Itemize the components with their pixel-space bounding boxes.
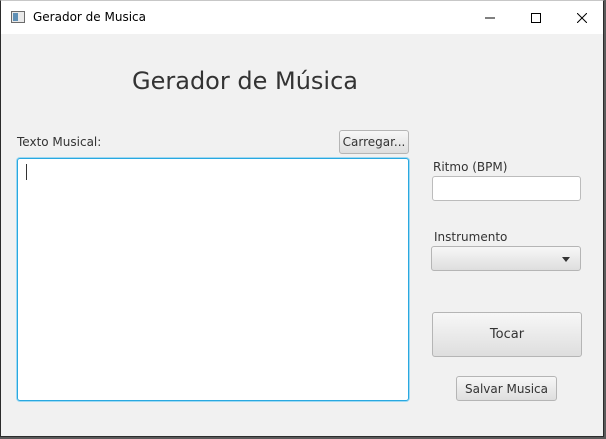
ritmo-label: Ritmo (BPM) xyxy=(433,160,508,174)
ritmo-input[interactable] xyxy=(432,176,581,201)
page-title: Gerador de Música xyxy=(132,67,358,95)
carregar-button[interactable]: Carregar... xyxy=(339,130,409,154)
maximize-button[interactable] xyxy=(513,1,559,34)
tocar-button[interactable]: Tocar xyxy=(432,312,582,357)
salvar-musica-button[interactable]: Salvar Musica xyxy=(456,376,557,401)
instrumento-select[interactable] xyxy=(431,246,581,271)
minimize-icon xyxy=(485,17,495,18)
title-bar[interactable]: Gerador de Musica xyxy=(1,1,603,34)
maximize-icon xyxy=(531,12,541,23)
window-title: Gerador de Musica xyxy=(33,10,146,24)
close-button[interactable] xyxy=(559,1,605,34)
minimize-button[interactable] xyxy=(467,1,513,34)
chevron-down-icon xyxy=(562,257,570,262)
instrumento-label: Instrumento xyxy=(434,230,508,244)
texto-musical-label: Texto Musical: xyxy=(17,135,102,149)
close-icon xyxy=(577,12,587,23)
content-pane: Gerador de Música Texto Musical: Carrega… xyxy=(1,34,603,436)
texto-musical-textarea[interactable] xyxy=(17,158,409,401)
app-icon xyxy=(11,11,25,23)
app-window: Gerador de Musica Gerador de Música Text… xyxy=(0,0,604,437)
text-caret xyxy=(26,164,27,180)
